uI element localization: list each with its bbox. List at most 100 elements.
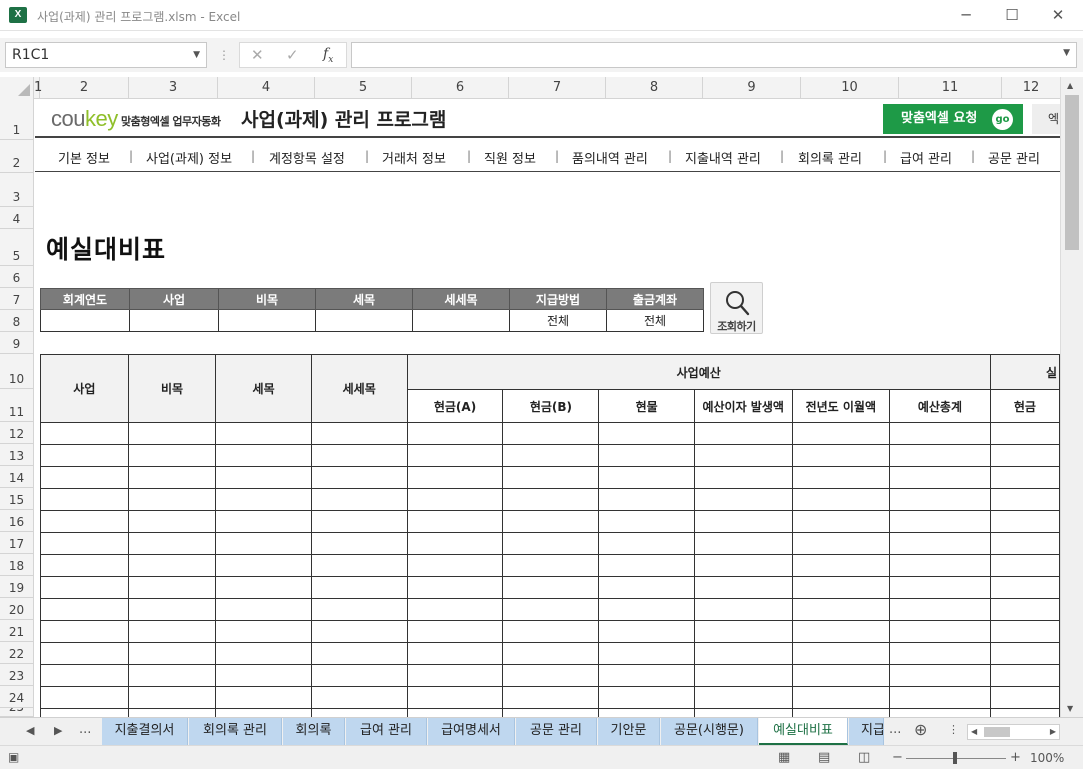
zoom-in-icon[interactable]: +: [1010, 750, 1021, 765]
minimize-button[interactable]: ─: [950, 4, 982, 26]
row-header[interactable]: 4: [0, 207, 34, 229]
zoom-out-icon[interactable]: −: [892, 750, 903, 765]
detail-category-input[interactable]: [412, 309, 510, 332]
nav-basic-info[interactable]: 기본 정보: [58, 148, 110, 167]
column-header[interactable]: 11: [899, 77, 1002, 99]
chevron-down-icon[interactable]: ▼: [193, 43, 200, 67]
custom-excel-request-button[interactable]: 맞춤엑셀 요청 go: [883, 104, 1023, 134]
secondary-request-button[interactable]: 엑: [1032, 104, 1060, 134]
name-box[interactable]: R1C1 ▼: [5, 42, 207, 68]
horizontal-scrollbar[interactable]: ◀ ▶: [967, 724, 1060, 740]
tab-scroll-left-icon[interactable]: ◀: [26, 724, 34, 737]
row-header[interactable]: 10: [0, 354, 34, 389]
column-header[interactable]: 3: [129, 77, 218, 99]
search-button[interactable]: 조회하기: [710, 282, 763, 334]
column-header[interactable]: 9: [703, 77, 801, 99]
expand-formula-icon[interactable]: ▼: [1063, 48, 1070, 58]
row-header[interactable]: 21: [0, 620, 34, 642]
column-header[interactable]: 4: [218, 77, 315, 99]
row-header[interactable]: 6: [0, 266, 34, 288]
worksheet[interactable]: coukey 맞춤형엑셀 업무자동화 사업(과제) 관리 프로그램 맞춤엑셀 요…: [35, 99, 1060, 717]
row-header[interactable]: 5: [0, 229, 34, 266]
row-header[interactable]: 19: [0, 576, 34, 598]
scroll-down-icon[interactable]: ▼: [1067, 704, 1073, 713]
insert-function-icon[interactable]: fx: [323, 46, 333, 65]
row-header[interactable]: 9: [0, 332, 34, 354]
scroll-up-icon[interactable]: ▲: [1067, 81, 1073, 90]
row-header[interactable]: 13: [0, 444, 34, 466]
column-header[interactable]: 12: [1002, 77, 1060, 99]
zoom-slider-knob[interactable]: [953, 752, 957, 764]
macro-record-icon[interactable]: ▣: [8, 750, 19, 764]
subcategory-input[interactable]: [315, 309, 413, 332]
cancel-icon[interactable]: ✕: [251, 46, 264, 64]
row-header[interactable]: 2: [0, 140, 34, 173]
row-header[interactable]: 18: [0, 554, 34, 576]
tab-payslip[interactable]: 급여명세서: [428, 718, 515, 745]
nav-approval-management[interactable]: 품의내역 관리: [572, 148, 648, 167]
withdrawal-account-select[interactable]: 전체: [606, 309, 704, 332]
column-header[interactable]: 5: [315, 77, 412, 99]
row-header[interactable]: 17: [0, 532, 34, 554]
row-header[interactable]: 24: [0, 686, 34, 708]
row-header[interactable]: 23: [0, 664, 34, 686]
tab-payroll-management[interactable]: 급여 관리: [346, 718, 427, 745]
select-all-button[interactable]: [0, 77, 34, 99]
maximize-button[interactable]: ☐: [996, 4, 1028, 26]
row-header[interactable]: 3: [0, 173, 34, 207]
formula-input[interactable]: ▼: [351, 42, 1077, 68]
close-button[interactable]: ✕: [1042, 4, 1074, 26]
nav-vendor-info[interactable]: 거래처 정보: [382, 148, 446, 167]
tab-scroll-right-icon[interactable]: ▶: [54, 724, 62, 737]
tab-payment[interactable]: 지급: [849, 718, 884, 745]
row-header[interactable]: 8: [0, 310, 34, 332]
row-header[interactable]: 11: [0, 389, 34, 422]
row-header[interactable]: 25: [0, 708, 34, 717]
vertical-scroll-thumb[interactable]: [1065, 95, 1079, 250]
tab-minutes-management[interactable]: 회의록 관리: [189, 718, 282, 745]
column-header[interactable]: 10: [801, 77, 899, 99]
tab-draft[interactable]: 기안문: [598, 718, 660, 745]
nav-minutes-management[interactable]: 회의록 관리: [798, 148, 862, 167]
enter-icon[interactable]: ✓: [286, 46, 299, 64]
tab-budget-vs-actual[interactable]: 예실대비표: [759, 718, 848, 745]
payment-method-select[interactable]: 전체: [509, 309, 607, 332]
normal-view-icon[interactable]: ▦: [778, 750, 790, 765]
column-header[interactable]: 7: [509, 77, 606, 99]
nav-employee-info[interactable]: 직원 정보: [484, 148, 536, 167]
row-header[interactable]: 1: [0, 99, 34, 140]
tab-minutes[interactable]: 회의록: [283, 718, 345, 745]
page-break-preview-icon[interactable]: ◫: [858, 750, 870, 765]
row-header[interactable]: 20: [0, 598, 34, 620]
column-header[interactable]: 2: [40, 77, 129, 99]
row-header[interactable]: 16: [0, 510, 34, 532]
row-header[interactable]: 12: [0, 422, 34, 444]
nav-project-info[interactable]: 사업(과제) 정보: [146, 148, 232, 167]
expense-category-input[interactable]: [218, 309, 316, 332]
row-header[interactable]: 14: [0, 466, 34, 488]
project-input[interactable]: [129, 309, 219, 332]
column-header[interactable]: 6: [412, 77, 509, 99]
column-header[interactable]: 8: [606, 77, 703, 99]
tab-splitter-icon[interactable]: ⋮: [948, 723, 959, 736]
nav-payroll-management[interactable]: 급여 관리: [900, 148, 952, 167]
tab-more-right[interactable]: ...: [889, 722, 901, 737]
scroll-right-icon[interactable]: ▶: [1050, 727, 1056, 736]
add-sheet-icon[interactable]: ⊕: [914, 720, 927, 739]
fiscal-year-input[interactable]: [40, 309, 130, 332]
row-header[interactable]: 7: [0, 288, 34, 310]
row-header[interactable]: 22: [0, 642, 34, 664]
nav-expense-management[interactable]: 지출내역 관리: [685, 148, 761, 167]
row-header[interactable]: 15: [0, 488, 34, 510]
page-layout-icon[interactable]: ▤: [818, 750, 830, 765]
vertical-scrollbar[interactable]: ▲ ▼: [1060, 77, 1083, 717]
nav-document-management[interactable]: 공문 관리: [988, 148, 1040, 167]
scroll-left-icon[interactable]: ◀: [971, 727, 977, 736]
nav-account-settings[interactable]: 계정항목 설정: [269, 148, 345, 167]
tab-expense-resolution[interactable]: 지출결의서: [102, 718, 188, 745]
tab-more-left[interactable]: ...: [79, 722, 91, 737]
tab-document-management[interactable]: 공문 관리: [516, 718, 597, 745]
zoom-level[interactable]: 100%: [1030, 751, 1064, 765]
tab-official-document[interactable]: 공문(시행문): [661, 718, 758, 745]
horizontal-scroll-thumb[interactable]: [984, 727, 1010, 737]
